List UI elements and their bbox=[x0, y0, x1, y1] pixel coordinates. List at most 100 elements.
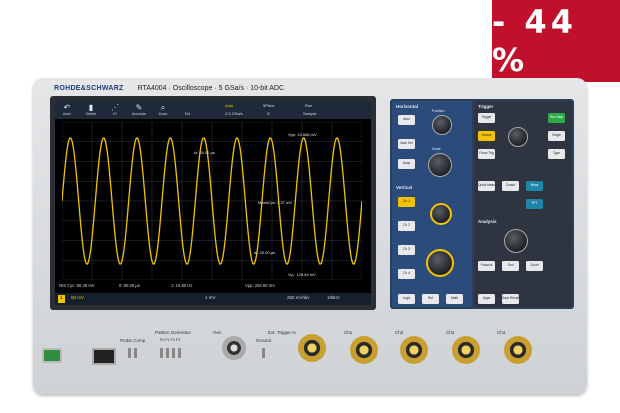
key-zoom[interactable]: Zoom bbox=[526, 261, 543, 271]
power-button[interactable] bbox=[42, 348, 62, 363]
key-protocol[interactable]: Protocol bbox=[478, 261, 495, 271]
trash-icon: ▮ bbox=[88, 103, 94, 112]
status-mid1: 0: 80.08 µs bbox=[119, 283, 140, 288]
pattern-pin-p3[interactable] bbox=[178, 348, 181, 358]
vpp-annotation: Vpp: 10.686 mV bbox=[288, 132, 317, 137]
ext-trigger-label: Ext. Trigger In bbox=[268, 330, 297, 335]
scope-header: ROHDE&SCHWARZ RTA4004 · Oscilloscope · 5… bbox=[42, 81, 582, 95]
channel-1-scale[interactable]: 50 mV bbox=[71, 295, 84, 303]
key-math[interactable]: Math bbox=[446, 294, 463, 304]
oscilloscope-screen[interactable]: ↶ Undo ▮ Delete ⋰ XY ✎ Annotate ⌕ Zoom Auto 5… bbox=[55, 101, 371, 305]
toolbar-zoom[interactable]: ⌕ Zoom bbox=[151, 101, 175, 119]
key-ref[interactable]: Ref bbox=[422, 294, 439, 304]
pen-icon: ✎ bbox=[135, 103, 143, 112]
acquisition-readouts: Auto 5Pts/d Run D4 2.5 GSa/s S Sample bbox=[175, 101, 371, 119]
discount-text: - 44 % bbox=[492, 3, 577, 79]
universal-knob[interactable] bbox=[504, 229, 528, 253]
ch1-label: Ch1 bbox=[344, 330, 353, 335]
key-source[interactable]: Source bbox=[478, 131, 495, 141]
ch2-label: Ch2 bbox=[395, 330, 404, 335]
status-right: Vpp: 254.90 mV bbox=[245, 283, 276, 288]
key-type[interactable]: Type bbox=[548, 149, 565, 159]
readout-samplerate: 2.5 GSa/s bbox=[225, 111, 243, 116]
key-fft[interactable]: FFT bbox=[526, 199, 543, 209]
ext-trigger-connector[interactable] bbox=[298, 334, 326, 362]
ch3-label: Ch3 bbox=[446, 330, 455, 335]
t2-annotation: dt: 25.00 µs bbox=[254, 250, 275, 255]
toolbar-label: Zoom bbox=[158, 112, 168, 116]
key-meas[interactable]: Meas bbox=[526, 181, 543, 191]
ch1-connector[interactable] bbox=[350, 336, 378, 364]
horizontal-position-knob[interactable] bbox=[432, 115, 452, 135]
key-save-recall[interactable]: Save Recall bbox=[502, 294, 519, 304]
key-apps[interactable]: Apps bbox=[478, 294, 495, 304]
waveform-plot[interactable]: Vpp: 10.686 mV MeanCyc: 2.37 mV Vp-: 125… bbox=[62, 122, 362, 280]
key-ch2[interactable]: Ch 2 bbox=[398, 221, 415, 231]
key-single[interactable]: Single bbox=[548, 131, 565, 141]
channel-1-indicator[interactable]: 1 bbox=[58, 295, 65, 303]
measurement-status-row: NIS Cyc: 80.48 mV 0: 80.08 µs 1: 10.80 H… bbox=[55, 283, 371, 291]
readout-head-auto: Auto bbox=[225, 103, 234, 108]
position-label: Position bbox=[432, 109, 445, 113]
frequency-readout: 10kHz bbox=[327, 295, 340, 300]
key-logic[interactable]: Logic bbox=[398, 294, 415, 304]
horizontal-scale-knob[interactable] bbox=[428, 153, 452, 177]
probe-comp-pin-2[interactable] bbox=[134, 348, 137, 358]
gen-output-connector[interactable] bbox=[222, 336, 246, 360]
trigger-level-knob[interactable] bbox=[508, 127, 528, 147]
pattern-pin-p1[interactable] bbox=[166, 348, 169, 358]
status-left: NIS Cyc: 80.48 mV bbox=[59, 283, 95, 288]
zoom-icon: ⌕ bbox=[160, 103, 166, 112]
key-quick-meas[interactable]: Quick Meas bbox=[478, 181, 495, 191]
toolbar-label: Delete bbox=[85, 112, 97, 116]
horizontal-label: Horizontal bbox=[396, 104, 418, 109]
key-run-stop[interactable]: Run Stop bbox=[548, 113, 565, 123]
toolbar-label: Annotate bbox=[131, 112, 146, 116]
pattern-generator-label: Pattern Generator bbox=[155, 330, 192, 335]
key-acqu[interactable]: Acqu bbox=[398, 159, 415, 169]
timebase-readout: 1 mV bbox=[205, 295, 216, 300]
key-force-trig[interactable]: Force Trig bbox=[478, 149, 495, 159]
vertical-position-knob[interactable] bbox=[430, 203, 452, 225]
key-trigger[interactable]: Trigger bbox=[478, 113, 495, 123]
vertical-label: Vertical bbox=[396, 185, 413, 190]
key-ch1[interactable]: Ch 1 bbox=[398, 197, 415, 207]
readout-head-pts: 5Pts/d bbox=[263, 103, 275, 108]
key-ch3[interactable]: Ch 3 bbox=[398, 245, 415, 255]
vp-annotation: Vp-: 125.84 mV bbox=[288, 272, 316, 277]
ch4-connector[interactable] bbox=[504, 336, 532, 364]
key-auto[interactable]: Auto bbox=[398, 115, 415, 125]
xy-icon: ⋰ bbox=[111, 103, 119, 112]
readout-mode: Sample bbox=[303, 111, 317, 116]
scale-label: Scale bbox=[432, 147, 441, 151]
screen-toolbar: ↶ Undo ▮ Delete ⋰ XY ✎ Annotate ⌕ Zoom Auto 5… bbox=[55, 101, 371, 119]
control-panel-right: Trigger Trigger Run Stop Source Single F… bbox=[474, 101, 572, 307]
trigger-label: Trigger bbox=[478, 104, 494, 109]
ground-label: Ground bbox=[256, 338, 272, 343]
ch4-label: Ch4 bbox=[497, 330, 506, 335]
model-label: RTA4004 · Oscilloscope · 5 GSa/s · 10-bi… bbox=[137, 84, 285, 92]
t1-annotation: tx: 25.00 µs bbox=[194, 150, 215, 155]
pattern-pins-label: P0 P1 P2 P3 bbox=[160, 338, 181, 342]
analysis-label: Analysis bbox=[478, 219, 497, 224]
trigger-readout: 250 mV/div bbox=[287, 295, 310, 300]
toolbar-delete[interactable]: ▮ Delete bbox=[79, 101, 103, 119]
probe-comp-pin-1[interactable] bbox=[128, 348, 131, 358]
key-ch4[interactable]: Ch 4 bbox=[398, 269, 415, 279]
key-cursor[interactable]: Cursor bbox=[502, 181, 519, 191]
gen-label: Gen bbox=[213, 330, 222, 335]
ground-pin[interactable] bbox=[262, 348, 265, 358]
vertical-scale-knob[interactable] bbox=[426, 249, 454, 277]
usb-port[interactable] bbox=[92, 348, 116, 365]
ch2-connector[interactable] bbox=[400, 336, 428, 364]
readout-s: S bbox=[267, 111, 270, 116]
status-mid2: 1: 10.80 Hz bbox=[171, 283, 193, 288]
key-gen[interactable]: Gen bbox=[502, 261, 519, 271]
toolbar-undo[interactable]: ↶ Undo bbox=[55, 101, 79, 119]
toolbar-xy[interactable]: ⋰ XY bbox=[103, 101, 127, 119]
ch3-connector[interactable] bbox=[452, 336, 480, 364]
toolbar-annotate[interactable]: ✎ Annotate bbox=[127, 101, 151, 119]
key-autoset[interactable]: Auto Set bbox=[398, 139, 415, 149]
pattern-pin-p0[interactable] bbox=[160, 348, 163, 358]
pattern-pin-p2[interactable] bbox=[172, 348, 175, 358]
